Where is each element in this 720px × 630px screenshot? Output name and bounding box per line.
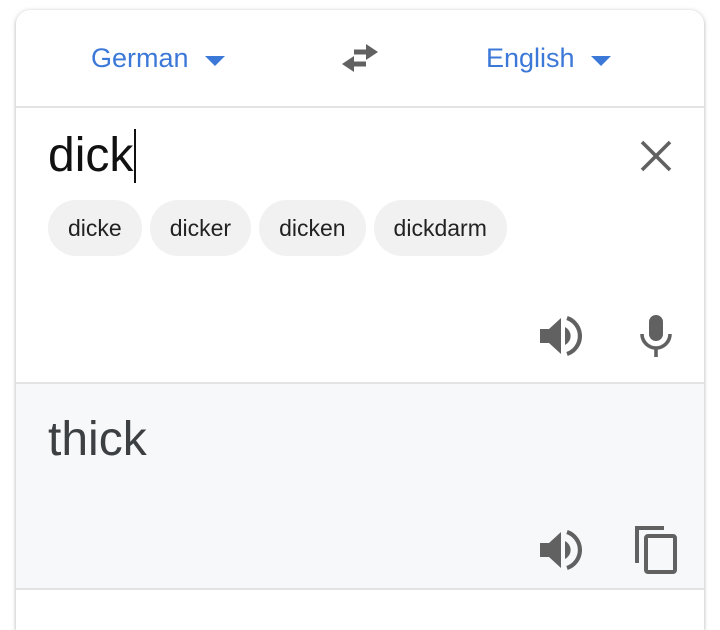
clear-input-button[interactable] [632, 132, 680, 180]
target-language-selector[interactable]: English [486, 38, 611, 78]
source-dropdown-caret-icon [204, 56, 225, 66]
translation-output-area: thick [16, 384, 704, 590]
speaker-icon [540, 316, 582, 356]
suggestion-chip[interactable]: dicker [149, 200, 252, 256]
suggestion-chips: dicke dicker dicken dickdarm [48, 200, 507, 256]
source-language-selector[interactable]: German [91, 38, 225, 78]
swap-arrows-icon [342, 44, 378, 72]
listen-source-button[interactable] [534, 310, 586, 362]
suggestion-chip[interactable]: dickdarm [373, 200, 507, 256]
close-icon [640, 140, 672, 172]
source-text-input[interactable]: dick [48, 126, 137, 186]
copy-icon [635, 526, 677, 574]
source-language-label: German [91, 42, 189, 73]
target-dropdown-caret-icon [590, 56, 611, 66]
source-input-area[interactable]: dick dicke dicker dicken dickdarm [16, 108, 704, 384]
target-language-label: English [486, 42, 575, 73]
translated-text: thick [48, 413, 147, 466]
microphone-icon [640, 315, 672, 357]
suggestion-chip[interactable]: dicke [48, 200, 142, 256]
language-bar: German English [16, 10, 704, 108]
speaker-icon [540, 530, 582, 570]
suggestion-chip[interactable]: dicken [259, 200, 366, 256]
source-text-value: dick [48, 129, 134, 182]
translate-card: German English dick dicke dicker dicken … [16, 10, 704, 630]
voice-input-button[interactable] [630, 310, 682, 362]
text-cursor [134, 129, 137, 183]
listen-translation-button[interactable] [534, 524, 586, 576]
swap-languages-button[interactable] [336, 38, 384, 78]
copy-translation-button[interactable] [630, 524, 682, 576]
